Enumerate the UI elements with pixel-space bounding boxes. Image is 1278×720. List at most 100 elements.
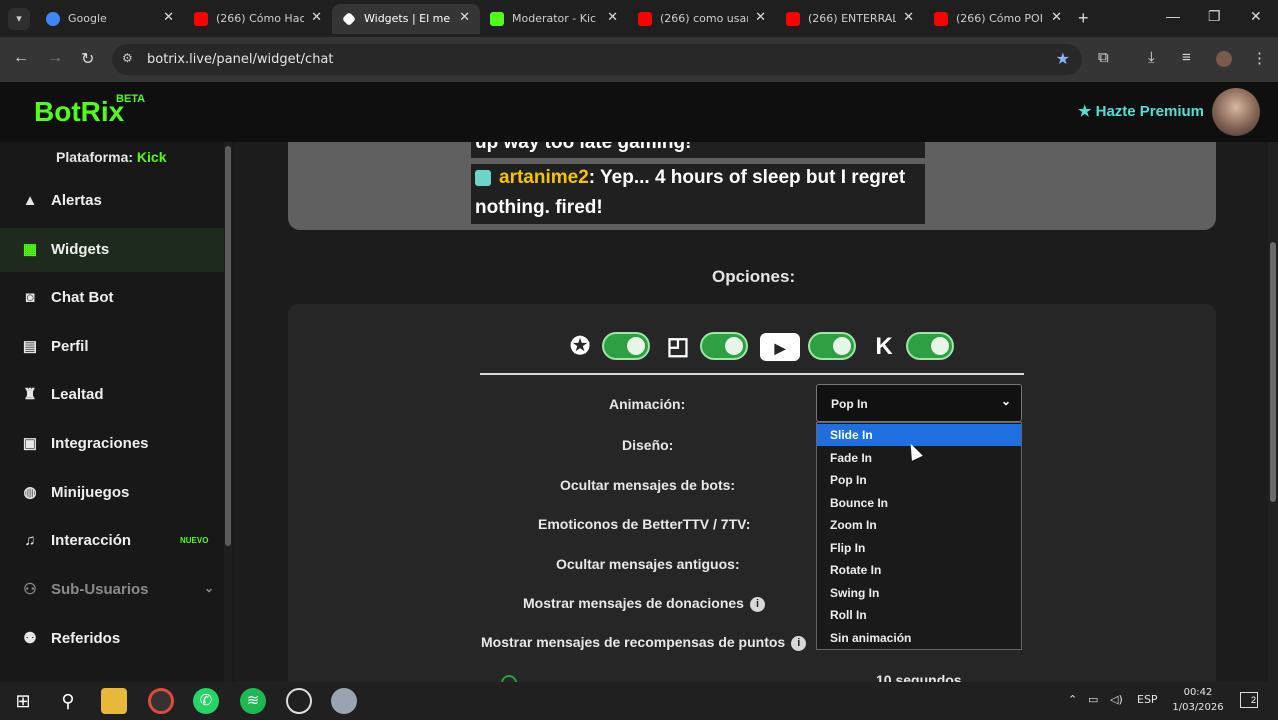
sidebar-item-widgets[interactable]: ▦ Widgets	[0, 228, 224, 272]
windows-start-icon[interactable]: ⊞	[10, 688, 36, 714]
browser-tab[interactable]: Google ✕	[36, 4, 184, 34]
page-scrollbar[interactable]	[1268, 142, 1278, 682]
close-window-icon[interactable]: ✕	[1250, 8, 1262, 25]
volume-icon[interactable]: ◁)	[1110, 693, 1123, 706]
sidebar-item-perfil[interactable]: ▤ Perfil	[0, 325, 224, 369]
menu-icon[interactable]: ⋮	[1252, 49, 1267, 67]
label-recompensas: Mostrar mensajes de recompensas de punto…	[481, 634, 807, 651]
chevron-up-icon[interactable]: ⌃	[1068, 693, 1077, 706]
search-icon[interactable]: ⚲	[55, 688, 81, 714]
file-explorer-icon[interactable]	[101, 688, 127, 714]
spotify-icon[interactable]: ≋	[240, 688, 266, 714]
sidebar-item-label: Widgets	[51, 241, 110, 258]
premium-link[interactable]: ★ Hazte Premium	[1078, 102, 1204, 120]
toggle-kick-2[interactable]	[906, 332, 954, 360]
close-tab-icon[interactable]: ✕	[607, 10, 618, 25]
dropdown-option[interactable]: Zoom In	[817, 514, 1021, 536]
kick-icon	[490, 12, 504, 26]
divider	[480, 373, 1024, 375]
dropdown-option[interactable]: Sin animación	[817, 627, 1021, 649]
dropdown-option[interactable]: Bounce In	[817, 492, 1021, 514]
chrome-icon[interactable]	[148, 688, 174, 714]
warning-icon: ▲	[22, 192, 38, 209]
browser-tab[interactable]: (266) Cómo POI ✕	[924, 4, 1072, 34]
back-icon[interactable]: ←	[13, 49, 29, 67]
obs-icon[interactable]	[286, 688, 312, 714]
tab-title: (266) Cómo POI	[956, 12, 1043, 25]
whatsapp-icon[interactable]: ✆	[193, 688, 219, 714]
extensions-icon[interactable]: ⧉	[1098, 49, 1109, 66]
dropdown-option[interactable]: Pop In	[817, 469, 1021, 491]
avatar[interactable]	[1212, 88, 1260, 136]
restore-icon[interactable]: ❐	[1208, 8, 1221, 25]
media-control-icon[interactable]: ≡	[1182, 49, 1191, 66]
botrix-icon	[341, 11, 357, 27]
sidebar-scrollbar[interactable]	[224, 142, 232, 682]
clock-time: 00:42	[1183, 687, 1213, 698]
new-tab-button[interactable]: +	[1078, 8, 1089, 29]
label-diseno: Diseño:	[622, 437, 674, 453]
notification-icon[interactable]: 2	[1240, 692, 1258, 708]
browser-tab-active[interactable]: Widgets | El me ✕	[332, 4, 480, 34]
browser-tab[interactable]: (266) como usar ✕	[628, 4, 776, 34]
language-indicator[interactable]: ESP	[1137, 693, 1158, 706]
new-badge: NUEVO	[180, 536, 209, 545]
label-ocultar-bots: Ocultar mensajes de bots:	[560, 477, 736, 493]
browser-tab-strip: ▾ Google ✕ (266) Cómo Hac ✕ Widgets | El…	[0, 0, 1278, 37]
sidebar-item-label: Perfil	[51, 338, 89, 355]
gamepad-icon: ◍	[23, 484, 37, 501]
reload-icon[interactable]: ↻	[81, 49, 94, 69]
dropdown-option[interactable]: Rotate In	[817, 559, 1021, 581]
dropdown-option[interactable]: Flip In	[817, 537, 1021, 559]
info-icon[interactable]: i	[749, 596, 765, 612]
browser-tab[interactable]: Moderator - Kic ✕	[480, 4, 628, 34]
botrix-logo[interactable]: BotRix	[34, 96, 124, 128]
chevron-down-icon: ⌄	[1000, 394, 1011, 408]
close-tab-icon[interactable]: ✕	[459, 10, 470, 25]
sidebar-item-referidos[interactable]: ⚉ Referidos	[0, 617, 224, 661]
animation-select[interactable]: Pop In ⌄	[816, 384, 1022, 422]
people-icon: ⚉	[23, 630, 37, 647]
close-tab-icon[interactable]: ✕	[755, 10, 766, 25]
site-info-icon[interactable]: ⚙	[122, 51, 133, 65]
browser-tab[interactable]: (266) Cómo Hac ✕	[184, 4, 332, 34]
scrollbar-thumb[interactable]	[225, 146, 231, 546]
toggle-twitch[interactable]	[700, 332, 748, 360]
sidebar-item-integraciones[interactable]: ▣ Integraciones	[0, 422, 224, 466]
profile-icon[interactable]	[1216, 51, 1232, 67]
platform-indicator: Plataforma: Kick	[56, 149, 167, 165]
dropdown-option[interactable]: Swing In	[817, 582, 1021, 604]
close-tab-icon[interactable]: ✕	[903, 10, 914, 25]
close-tab-icon[interactable]: ✕	[163, 10, 174, 25]
sidebar-item-chat-bot[interactable]: ◙ Chat Bot	[0, 276, 224, 320]
id-card-icon: ▤	[22, 338, 38, 355]
sidebar-item-lealtad[interactable]: ♜ Lealtad	[0, 373, 224, 417]
sidebar-item-sub-usuarios[interactable]: ⚇ Sub-Usuarios ⌄	[0, 568, 224, 612]
beta-badge: BETA	[116, 93, 146, 105]
kick-k-icon: K	[875, 333, 893, 360]
scrollbar-thumb[interactable]	[1270, 242, 1276, 502]
sidebar-item-interaccion[interactable]: ♫ Interacción NUEVO	[0, 519, 224, 563]
address-bar[interactable]: ⚙ botrix.live/panel/widget/chat ★	[112, 44, 1082, 75]
music-icon: ♫	[24, 532, 36, 549]
sidebar-item-minijuegos[interactable]: ◍ Minijuegos	[0, 471, 224, 515]
close-tab-icon[interactable]: ✕	[1051, 10, 1062, 25]
close-tab-icon[interactable]: ✕	[311, 10, 322, 25]
app-icon[interactable]	[331, 688, 357, 714]
dropdown-option[interactable]: Roll In	[817, 604, 1021, 626]
clock[interactable]: 00:42 1/03/2026	[1168, 685, 1228, 715]
toggle-youtube[interactable]	[808, 332, 856, 360]
bookmark-star-icon[interactable]: ★	[1056, 49, 1070, 69]
browser-toolbar: ← → ↻ ⚙ botrix.live/panel/widget/chat ★ …	[0, 37, 1278, 82]
tab-search-icon[interactable]: ▾	[8, 8, 30, 30]
info-icon[interactable]: i	[791, 635, 807, 651]
network-icon[interactable]: ▭	[1088, 693, 1098, 706]
dropdown-option[interactable]: Slide In	[817, 424, 1021, 446]
url-text[interactable]: botrix.live/panel/widget/chat	[147, 52, 334, 67]
forward-icon[interactable]: →	[47, 49, 63, 67]
minimize-icon[interactable]: —	[1166, 8, 1180, 24]
toggle-kick[interactable]	[602, 332, 650, 360]
sidebar-item-alertas[interactable]: ▲ Alertas	[0, 179, 224, 223]
browser-tab[interactable]: (266) ENTERRAL ✕	[776, 4, 924, 34]
download-icon[interactable]: ⤓	[1148, 49, 1155, 66]
